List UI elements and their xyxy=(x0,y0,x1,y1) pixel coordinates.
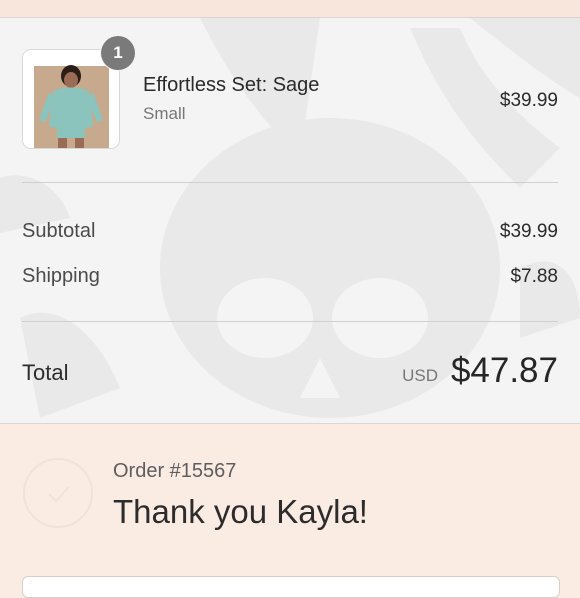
order-confirmed-badge xyxy=(23,458,93,528)
divider xyxy=(22,182,558,183)
next-section-card xyxy=(22,576,560,598)
total-label: Total xyxy=(22,360,69,385)
order-number: Order #15567 xyxy=(113,460,237,482)
total-amount: $47.87 xyxy=(450,351,558,390)
currency-code: USD xyxy=(402,366,438,385)
check-icon xyxy=(48,486,70,503)
quantity-badge: 1 xyxy=(101,36,135,70)
shipping-label: Shipping xyxy=(22,265,100,287)
shipping-value: $7.88 xyxy=(510,266,558,287)
product-name: Effortless Set: Sage xyxy=(143,74,320,96)
subtotal-label: Subtotal xyxy=(22,220,96,242)
thank-you-heading: Thank you Kayla! xyxy=(113,493,368,530)
product-price: $39.99 xyxy=(499,90,558,111)
product-photo-icon xyxy=(23,50,119,148)
subtotal-value: $39.99 xyxy=(499,221,558,242)
product-variant: Small xyxy=(143,104,186,123)
top-header-strip xyxy=(0,0,580,18)
order-summary: 1 Effortless Set: Sage Small $39.99 Subt… xyxy=(0,18,580,424)
divider xyxy=(22,321,558,322)
